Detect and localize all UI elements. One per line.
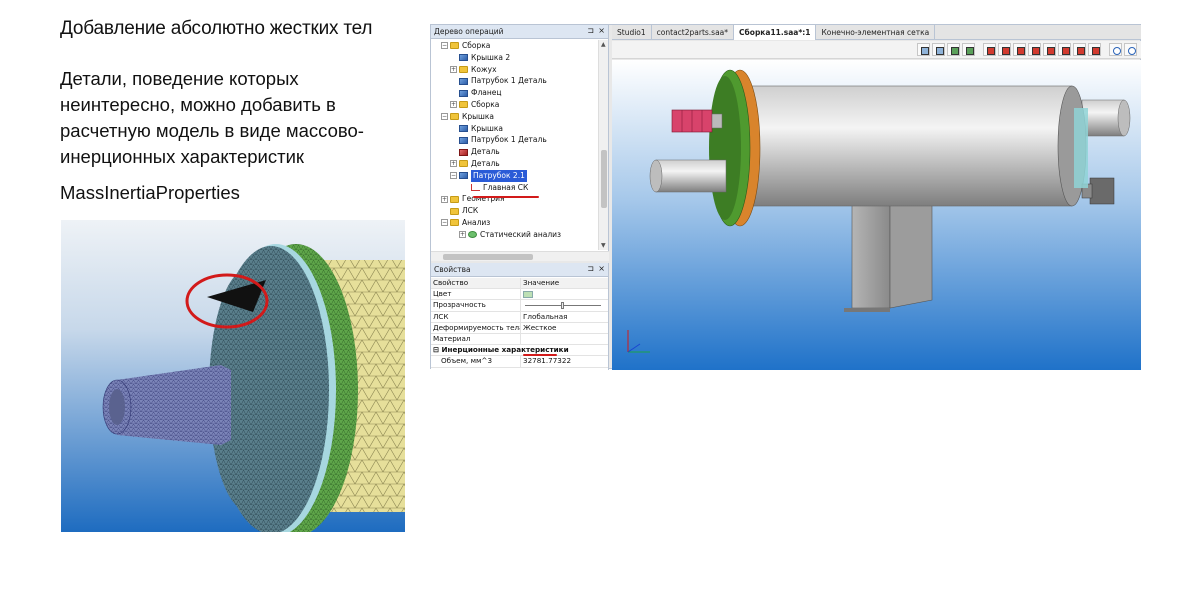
color-swatch[interactable]: [523, 291, 533, 299]
cube-icon[interactable]: [1058, 43, 1071, 56]
part-icon: [459, 124, 468, 132]
pin-icon[interactable]: ⊐: [587, 264, 594, 273]
part-icon: [459, 172, 468, 180]
cube-icon[interactable]: [1088, 43, 1101, 56]
tree-node[interactable]: Патрубок 1 Деталь: [431, 75, 598, 87]
tree-vertical-scrollbar[interactable]: ▲ ▼: [598, 40, 608, 250]
property-row-deformability[interactable]: Деформируемость тела Жесткое: [431, 322, 608, 334]
cube-icon[interactable]: [983, 43, 996, 56]
tree-node[interactable]: Фланец: [431, 87, 598, 99]
pin-icon[interactable]: ⊐: [587, 26, 594, 35]
part-icon: [459, 136, 468, 144]
slide-title: Добавление абсолютно жестких тел: [60, 18, 373, 39]
properties-header-row: Свойство Значение: [431, 278, 608, 290]
operations-tree-panel: Дерево операций ⊐ × − Сборка Крышка 2 + Ко…: [431, 25, 609, 261]
view-icon[interactable]: [947, 43, 960, 56]
document-area: Studio1 contact2parts.saa* Сборка11.saa*…: [612, 25, 1141, 370]
cube-icon[interactable]: [1043, 43, 1056, 56]
tree-node[interactable]: + Деталь: [431, 158, 598, 170]
scrollbar-thumb[interactable]: [443, 254, 533, 260]
part-icon: [459, 77, 468, 85]
view-icon[interactable]: [962, 43, 975, 56]
cube-icon[interactable]: [998, 43, 1011, 56]
property-row-color[interactable]: Цвет: [431, 289, 608, 301]
tree-node[interactable]: Главная СК: [431, 182, 598, 194]
3d-viewport[interactable]: [612, 60, 1141, 370]
property-row-transparency[interactable]: Прозрачность: [431, 300, 608, 312]
part-red-icon: [459, 148, 468, 156]
properties-table: Свойство Значение Цвет Прозрачность ЛСК …: [431, 278, 608, 368]
part-icon: [459, 54, 468, 62]
highlight-underline: [523, 354, 557, 356]
transparency-slider[interactable]: [525, 302, 601, 310]
tree-node[interactable]: + Статический анализ: [431, 229, 598, 241]
tab-assembly11[interactable]: Сборка11.saa*:1: [734, 25, 817, 40]
properties-title: Свойства: [434, 265, 471, 274]
close-icon[interactable]: ×: [598, 264, 605, 273]
folder-icon: [450, 207, 459, 215]
operations-tree-header: Дерево операций ⊐ ×: [431, 25, 608, 39]
tree-node[interactable]: Крышка: [431, 123, 598, 135]
properties-header: Свойства ⊐ ×: [431, 263, 608, 277]
property-row-volume[interactable]: Объем, мм^3 32781.77322: [431, 356, 608, 368]
operations-tree-title: Дерево операций: [434, 27, 504, 36]
coordinate-system-icon: [471, 183, 480, 191]
properties-panel: Свойства ⊐ × Свойство Значение Цвет Проз…: [431, 263, 609, 370]
tree-node-selected[interactable]: − Патрубок 2.1: [431, 169, 598, 182]
tree-node[interactable]: Крышка 2: [431, 52, 598, 64]
view-toolbar: [612, 41, 1141, 59]
cube-icon[interactable]: [1073, 43, 1086, 56]
folder-icon: [459, 65, 468, 73]
tree-node[interactable]: + Сборка: [431, 99, 598, 111]
view-icon[interactable]: [917, 43, 930, 56]
folder-icon: [450, 42, 459, 50]
slide-term: MassInertiaProperties: [60, 182, 240, 203]
zoom-in-icon[interactable]: [1109, 43, 1122, 56]
operations-tree: − Сборка Крышка 2 + Кожух Патрубок 1 Детал…: [431, 40, 598, 250]
cube-icon[interactable]: [1013, 43, 1026, 56]
chevron-up-icon[interactable]: ▲: [601, 41, 606, 48]
folder-icon: [450, 195, 459, 203]
document-tabs: Studio1 contact2parts.saa* Сборка11.saa*…: [612, 25, 1141, 40]
folder-icon: [459, 101, 468, 109]
tree-node[interactable]: − Сборка: [431, 40, 598, 52]
collapse-icon[interactable]: ⊟: [433, 345, 442, 354]
tab-contact2parts[interactable]: contact2parts.saa*: [652, 25, 735, 40]
folder-icon: [450, 113, 459, 121]
property-row-material[interactable]: Материал: [431, 333, 608, 346]
property-group-inertia[interactable]: ⊟ Инерционные характеристики: [431, 345, 608, 357]
tab-fe-mesh[interactable]: Конечно-элементная сетка: [816, 25, 936, 40]
tree-node[interactable]: ЛСК: [431, 205, 598, 217]
tree-horizontal-scrollbar[interactable]: [431, 251, 609, 261]
tree-node[interactable]: − Крышка: [431, 111, 598, 123]
tree-node[interactable]: − Анализ: [431, 217, 598, 229]
analysis-icon: [468, 231, 477, 239]
column-header-value: Значение: [523, 278, 560, 287]
scrollbar-thumb[interactable]: [601, 150, 607, 208]
tree-node[interactable]: + Кожух: [431, 64, 598, 76]
zoom-icon[interactable]: [1124, 43, 1137, 56]
folder-icon: [459, 160, 468, 168]
tree-node[interactable]: Патрубок 1 Деталь: [431, 134, 598, 146]
mesh-model-image: [61, 220, 405, 532]
slider-knob[interactable]: [561, 302, 564, 310]
tree-node[interactable]: Деталь: [431, 146, 598, 158]
chevron-down-icon[interactable]: ▼: [601, 242, 606, 249]
cube-icon[interactable]: [1028, 43, 1041, 56]
view-icon[interactable]: [932, 43, 945, 56]
folder-icon: [450, 219, 459, 227]
slide-body-text: Детали, поведение которых неинтересно, м…: [60, 68, 364, 167]
property-row-lsk[interactable]: ЛСК Глобальная: [431, 311, 608, 323]
tab-studio1[interactable]: Studio1: [612, 25, 652, 40]
close-icon[interactable]: ×: [598, 26, 605, 35]
column-header-name: Свойство: [431, 278, 521, 289]
part-icon: [459, 89, 468, 97]
highlight-underline: [473, 196, 539, 198]
app-window: Дерево операций ⊐ × − Сборка Крышка 2 + Ко…: [430, 24, 1141, 370]
